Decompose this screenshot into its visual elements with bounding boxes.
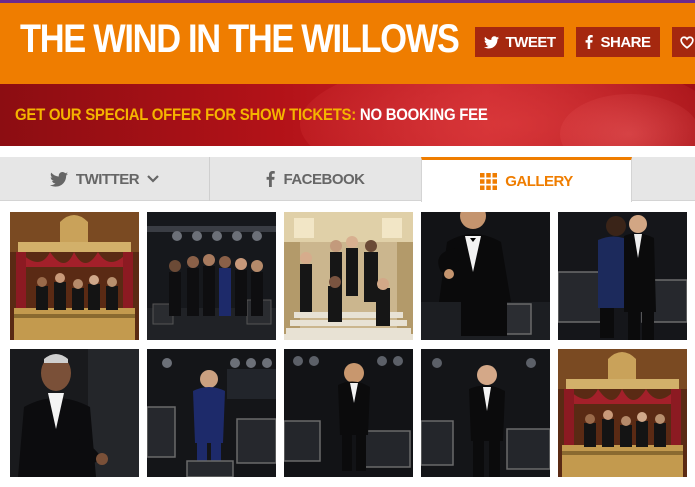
gallery-thumbnail[interactable] bbox=[558, 212, 687, 340]
gallery-thumbnail[interactable] bbox=[558, 349, 687, 477]
twitter-bird-icon bbox=[483, 35, 499, 49]
tabs-filler bbox=[633, 157, 695, 201]
offer-no-booking-fee: NO BOOKING FEE bbox=[359, 105, 488, 124]
gallery-thumbnail[interactable] bbox=[10, 212, 139, 340]
cast-group-backstage-photo bbox=[147, 212, 276, 340]
tab-twitter-label: TWITTER bbox=[75, 170, 140, 188]
gallery-thumbnail[interactable] bbox=[421, 212, 550, 340]
theatre-box-cast-photo bbox=[558, 349, 687, 477]
actor-portrait-smiling-photo bbox=[10, 349, 139, 477]
favourite-button[interactable] bbox=[672, 27, 695, 57]
actor-standing-crates-photo bbox=[147, 349, 276, 477]
actor-standing-tuxedo-photo bbox=[421, 349, 550, 477]
gallery-thumbnail[interactable] bbox=[147, 212, 276, 340]
site-header: THE WIND IN THE WILLOWS TWEET SHARE bbox=[0, 3, 695, 84]
gallery-thumbnail[interactable] bbox=[284, 349, 413, 477]
gallery-thumbnail[interactable] bbox=[284, 212, 413, 340]
gallery-thumbnail[interactable] bbox=[421, 349, 550, 477]
chevron-down-icon bbox=[147, 175, 159, 183]
tweet-button[interactable]: TWEET bbox=[475, 27, 564, 57]
couple-seated-on-crates-photo bbox=[558, 212, 687, 340]
offer-text: GET OUR SPECIAL OFFER FOR SHOW TICKETS: … bbox=[15, 105, 488, 125]
tab-facebook[interactable]: FACEBOOK bbox=[211, 157, 420, 201]
offer-highlight: GET OUR SPECIAL OFFER FOR SHOW TICKETS: bbox=[15, 105, 356, 124]
tweet-label: TWEET bbox=[505, 33, 557, 51]
actor-on-crates-photo bbox=[284, 349, 413, 477]
cast-on-staircase-photo bbox=[284, 212, 413, 340]
facebook-f-icon bbox=[266, 171, 276, 187]
tab-gallery-label: GALLERY bbox=[505, 172, 573, 190]
gallery-thumbnail[interactable] bbox=[10, 349, 139, 477]
heart-icon bbox=[680, 35, 694, 49]
facebook-f-icon bbox=[585, 35, 594, 49]
share-button[interactable]: SHARE bbox=[576, 27, 660, 57]
show-title: THE WIND IN THE WILLOWS bbox=[20, 17, 460, 61]
theatre-box-cast-photo bbox=[10, 212, 139, 340]
grid-icon bbox=[480, 172, 498, 190]
share-label: SHARE bbox=[600, 33, 651, 51]
tab-twitter[interactable]: TWITTER bbox=[0, 157, 210, 201]
special-offer-banner[interactable]: GET OUR SPECIAL OFFER FOR SHOW TICKETS: … bbox=[0, 84, 695, 146]
twitter-bird-icon bbox=[49, 171, 68, 187]
social-tabs: TWITTER FACEBOOK GALLERY bbox=[0, 157, 695, 202]
gallery-thumbnail[interactable] bbox=[147, 349, 276, 477]
tab-facebook-label: FACEBOOK bbox=[283, 170, 365, 188]
tab-gallery[interactable]: GALLERY bbox=[421, 157, 632, 202]
actor-seated-tuxedo-photo bbox=[421, 212, 550, 340]
